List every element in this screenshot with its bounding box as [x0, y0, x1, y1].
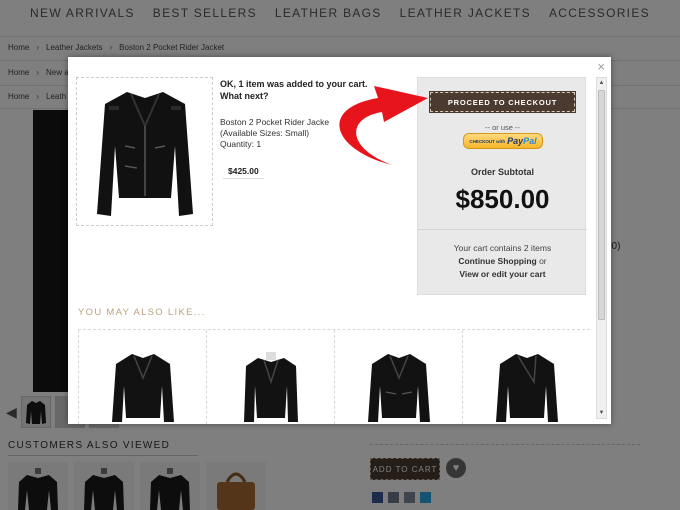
what-next-label: What next? — [220, 91, 269, 101]
recommended-product[interactable] — [462, 330, 590, 424]
chevron-down-icon[interactable]: ▼ — [597, 408, 606, 418]
checkout-panel: PROCEED TO CHECKOUT -- or use -- CHECKOU… — [417, 77, 587, 295]
added-message: OK, 1 item was added to your cart. — [220, 79, 368, 89]
order-subtotal-value: $850.00 — [455, 184, 550, 214]
you-may-also-like-heading: YOU MAY ALSO LIKE... — [78, 307, 206, 318]
product-sizes: (Available Sizes: Small) — [220, 128, 310, 138]
scrollbar-thumb[interactable] — [598, 90, 605, 320]
chevron-up-icon[interactable]: ▲ — [597, 78, 606, 88]
cart-count-text: Your cart contains 2 items — [453, 243, 552, 253]
order-subtotal-label: Order Subtotal — [470, 167, 534, 177]
continue-shopping-link[interactable]: Continue Shopping — [458, 256, 536, 266]
recommended-product[interactable] — [206, 330, 334, 424]
or-text: or — [536, 256, 547, 266]
paypal-logo: Pay — [507, 136, 524, 146]
added-to-cart-modal: × ▲ ▼ OK, 1 item was added to your cart.… — [68, 57, 611, 424]
product-name: Boston 2 Pocket Rider Jacke — [220, 117, 330, 127]
added-product-image — [76, 77, 213, 226]
paypal-prefix: CHECKOUT with — [469, 138, 506, 144]
recommended-product[interactable] — [78, 330, 206, 424]
modal-scrollbar[interactable]: ▲ ▼ — [596, 77, 607, 419]
recommended-product[interactable] — [334, 330, 462, 424]
product-details: Boston 2 Pocket Rider Jacke (Available S… — [220, 117, 329, 150]
view-edit-cart-link[interactable]: View or edit your cart — [418, 269, 587, 279]
proceed-to-checkout-button[interactable]: PROCEED TO CHECKOUT — [429, 91, 576, 113]
paypal-logo: Pal — [523, 136, 537, 146]
close-icon[interactable]: × — [597, 60, 605, 73]
recommendations-row — [78, 329, 590, 424]
or-use-label: -- or use -- — [484, 123, 520, 132]
product-price: $425.00 — [223, 164, 264, 179]
added-confirmation: OK, 1 item was added to your cart. What … — [220, 78, 395, 102]
divider — [418, 229, 587, 230]
continue-line: Continue Shopping or — [418, 256, 587, 266]
product-quantity: Quantity: 1 — [220, 139, 262, 149]
paypal-checkout-button[interactable]: CHECKOUT with Pay Pal — [463, 133, 543, 149]
